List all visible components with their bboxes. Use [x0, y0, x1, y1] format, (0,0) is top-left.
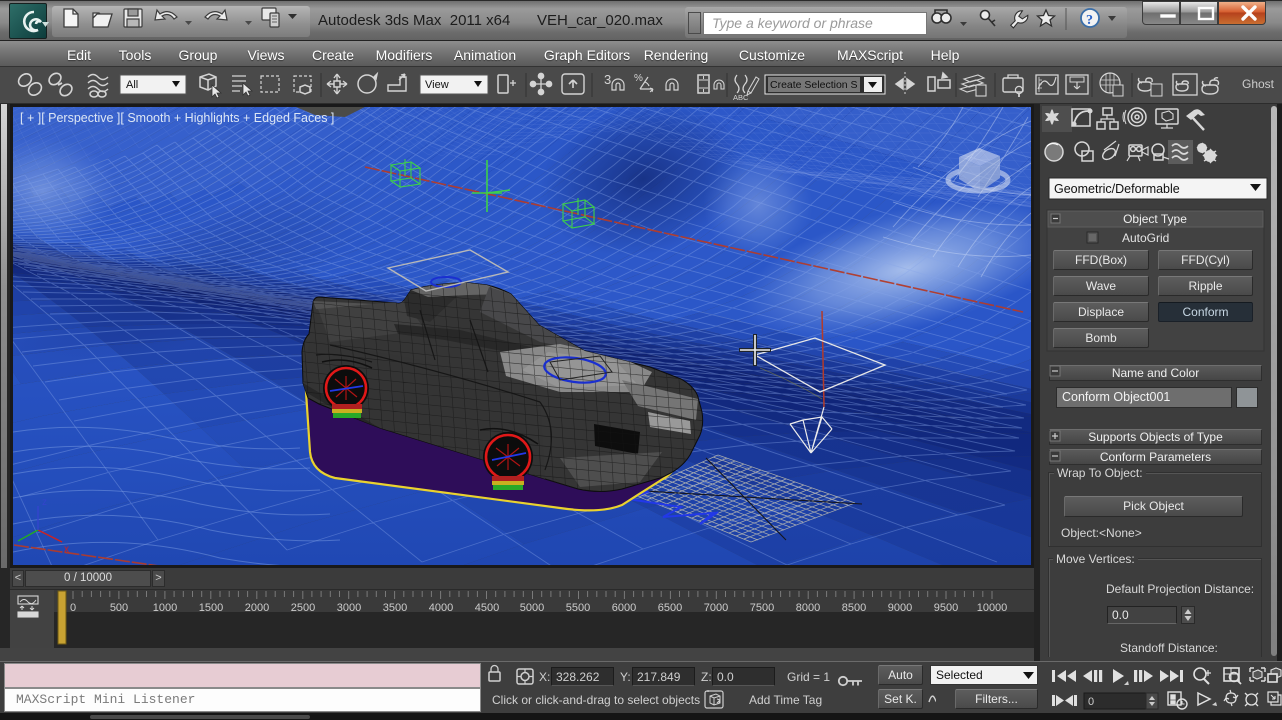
- svg-text:10000: 10000: [977, 602, 1008, 614]
- svg-text:1500: 1500: [199, 602, 223, 614]
- svg-text:2000: 2000: [245, 602, 269, 614]
- svg-text:5500: 5500: [566, 602, 590, 614]
- svg-text:?: ?: [1086, 13, 1093, 28]
- svg-text:9000: 9000: [888, 602, 912, 614]
- svg-text:Object Type: Object Type: [1123, 212, 1187, 226]
- svg-text:7000: 7000: [704, 602, 728, 614]
- svg-text:6000: 6000: [612, 602, 636, 614]
- svg-text:4500: 4500: [475, 602, 499, 614]
- svg-text:9500: 9500: [934, 602, 958, 614]
- svg-text:Geometric/Deformable: Geometric/Deformable: [1054, 182, 1180, 196]
- svg-text:%: %: [634, 73, 643, 84]
- svg-text:View: View: [425, 79, 449, 91]
- svg-text:0: 0: [1088, 696, 1094, 708]
- svg-text:2500: 2500: [291, 602, 315, 614]
- svg-text:3500: 3500: [383, 602, 407, 614]
- svg-text:All: All: [126, 79, 138, 91]
- svg-text:8000: 8000: [796, 602, 820, 614]
- svg-text:4000: 4000: [429, 602, 453, 614]
- svg-text:1000: 1000: [153, 602, 177, 614]
- svg-text:7500: 7500: [750, 602, 774, 614]
- svg-text:z: z: [42, 497, 47, 508]
- svg-text:6500: 6500: [658, 602, 682, 614]
- svg-text:Ghost: Ghost: [1242, 77, 1275, 91]
- svg-text:3: 3: [604, 72, 611, 87]
- svg-text:ABC: ABC: [733, 93, 749, 102]
- svg-text:5000: 5000: [520, 602, 544, 614]
- svg-text:AutoGrid: AutoGrid: [1122, 231, 1169, 245]
- svg-text:8500: 8500: [842, 602, 866, 614]
- svg-text:3000: 3000: [337, 602, 361, 614]
- svg-text:500: 500: [110, 602, 128, 614]
- svg-text:0: 0: [70, 602, 76, 614]
- svg-text:x: x: [64, 544, 69, 555]
- svg-text:Create Selection S: Create Selection S: [770, 79, 858, 91]
